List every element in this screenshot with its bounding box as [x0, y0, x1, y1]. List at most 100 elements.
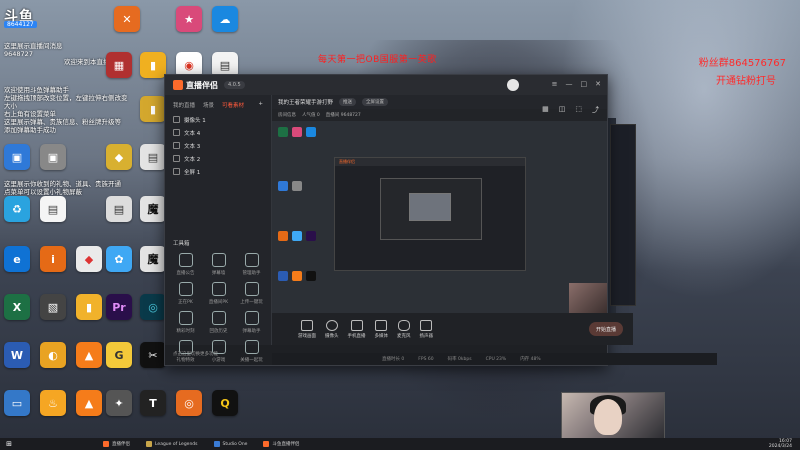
tool-label: 礼物特效 [176, 358, 195, 363]
tool-item[interactable]: 精彩时刻 [169, 311, 202, 334]
taskbar-item[interactable]: Studio One [209, 441, 253, 447]
tool-item[interactable]: 正在PK [169, 282, 202, 305]
avatar[interactable] [507, 79, 519, 91]
start-live-button[interactable]: 开始直播 [589, 322, 623, 336]
app-icon[interactable]: ▲ [76, 390, 102, 416]
taskbar-item[interactable]: League of Legends [141, 441, 203, 447]
title-bar[interactable]: 直播伴侣 4.0.5 ≡ — □ ✕ [165, 75, 607, 95]
taskbar-item[interactable]: 直播伴侣 [98, 441, 135, 447]
app-icon[interactable]: ★ [176, 6, 202, 32]
checkbox-icon[interactable] [173, 155, 180, 162]
source-item[interactable]: 文本 4 [165, 126, 271, 139]
tool-item[interactable]: 关播一起玩 [235, 340, 268, 363]
app-icon[interactable]: 魔 [140, 246, 166, 272]
app-icon[interactable]: ◆ [106, 144, 132, 170]
folder-icon[interactable]: ▮ [76, 294, 102, 320]
app-icon[interactable]: G [106, 342, 132, 368]
tool-item[interactable]: 直播公告 [169, 253, 202, 276]
app-icon[interactable]: ▦ [106, 52, 132, 78]
app-icon[interactable]: ◐ [40, 342, 66, 368]
tool-icon [178, 253, 193, 267]
app-icon[interactable]: ▣ [4, 144, 30, 170]
speaker-button[interactable]: 扬声器 [420, 319, 433, 339]
word-icon[interactable]: W [4, 342, 30, 368]
chat-line: 这里展示弹幕、贵族信息、粉丝牌升级等 [4, 118, 121, 126]
source-item[interactable]: 文本 2 [165, 152, 271, 165]
source-item[interactable]: 文本 3 [165, 139, 271, 152]
app-icon[interactable]: i [40, 246, 66, 272]
speaker-icon [420, 319, 433, 331]
tool-item[interactable]: 回放历史 [202, 311, 235, 334]
maximize-icon[interactable]: □ [581, 80, 588, 88]
app-icon[interactable]: ✿ [106, 246, 132, 272]
checkbox-icon[interactable] [173, 129, 180, 136]
tab-scene[interactable]: 场景 [203, 101, 214, 109]
document-icon[interactable]: ▤ [140, 144, 166, 170]
game-capture-button[interactable]: 游戏画面 [298, 319, 316, 339]
tab-my-live[interactable]: 我的直播 [173, 101, 195, 109]
preview-tile [306, 271, 316, 281]
tool-item[interactable]: 上传一键玩 [235, 282, 268, 305]
window-controls: ≡ — □ ✕ [552, 80, 601, 88]
capcut-icon[interactable]: ✂ [140, 342, 166, 368]
app-icon[interactable]: ✦ [106, 390, 132, 416]
document-icon[interactable]: ▤ [106, 196, 132, 222]
edge-icon[interactable]: e [4, 246, 30, 272]
qq-icon[interactable]: Q [212, 390, 238, 416]
tool-label: 关播一起玩 [240, 358, 263, 363]
media-button[interactable]: 多媒体 [375, 319, 388, 339]
screenshot-icon[interactable]: ⬚ [575, 105, 582, 115]
feature-hint[interactable]: 点击这里切换更多功能 [173, 351, 218, 357]
push-pill[interactable]: 推送 [339, 98, 357, 106]
tool-item[interactable]: 直播间PK [202, 282, 235, 305]
checkbox-icon[interactable] [173, 142, 180, 149]
tool-item[interactable]: 管理助手 [235, 253, 268, 276]
menu-icon[interactable]: ≡ [552, 80, 558, 88]
phone-live-button[interactable]: 手机直播 [348, 319, 366, 339]
camera-button[interactable]: 摄像头 [325, 319, 339, 339]
stream-preview[interactable]: 直播伴侣 [272, 121, 607, 313]
cloud-icon[interactable]: ☁ [212, 6, 238, 32]
checkbox-icon[interactable] [173, 168, 180, 175]
minimize-icon[interactable]: — [566, 80, 573, 88]
app-icon[interactable]: T [140, 390, 166, 416]
recycle-icon[interactable]: ♻ [4, 196, 30, 222]
media-icon [375, 319, 388, 331]
source-label: 全屏 1 [184, 169, 201, 176]
tab-materials[interactable]: 可看素材 [222, 101, 244, 109]
source-item[interactable]: 全屏 1 [165, 165, 271, 178]
folder-icon[interactable]: ▮ [140, 52, 166, 78]
share-icon[interactable]: ⤴ [592, 105, 599, 115]
app-icon[interactable]: ◎ [140, 294, 166, 320]
origin-icon[interactable]: ◎ [176, 390, 202, 416]
app-icon[interactable]: ✕ [114, 6, 140, 32]
excel-icon[interactable]: X [4, 294, 30, 320]
live-companion-window[interactable]: 直播伴侣 4.0.5 ≡ — □ ✕ 我的直播 场景 可看素材 + 摄像头 1 … [164, 74, 717, 366]
app-icon[interactable]: ▧ [40, 294, 66, 320]
add-icon[interactable]: + [258, 101, 263, 109]
computer-icon[interactable]: ▭ [4, 390, 30, 416]
app-icon[interactable]: ▲ [76, 342, 102, 368]
app-icon[interactable]: ♨ [40, 390, 66, 416]
tool-item[interactable]: 弹幕助手 [235, 311, 268, 334]
source-label: 文本 2 [184, 156, 201, 163]
fullscreen-pill[interactable]: 全屏设置 [362, 98, 389, 106]
app-icon[interactable]: ▣ [40, 144, 66, 170]
system-clock[interactable]: 16:07 2024/3/24 [769, 439, 792, 449]
taskbar-item[interactable]: 斗鱼直播伴侣 [258, 441, 304, 447]
document-icon[interactable]: ▤ [40, 196, 66, 222]
record-icon[interactable]: ◫ [559, 105, 566, 115]
checkbox-icon[interactable] [173, 116, 180, 123]
premiere-icon[interactable]: Pr [106, 294, 132, 320]
app-icon[interactable]: ◆ [76, 246, 102, 272]
app-icon[interactable]: 魔 [140, 196, 166, 222]
source-item[interactable]: 摄像头 1 [165, 113, 271, 126]
close-icon[interactable]: ✕ [595, 80, 601, 88]
tool-label: 直播间PK [208, 300, 229, 305]
layout-icon[interactable]: ▦ [542, 105, 549, 115]
side-window[interactable] [610, 124, 636, 306]
start-icon[interactable]: ⊞ [0, 440, 18, 448]
microphone-button[interactable]: 麦克风 [397, 319, 411, 339]
folder-icon[interactable]: ▮ [140, 96, 166, 122]
tool-item[interactable]: 弹幕墙 [202, 253, 235, 276]
